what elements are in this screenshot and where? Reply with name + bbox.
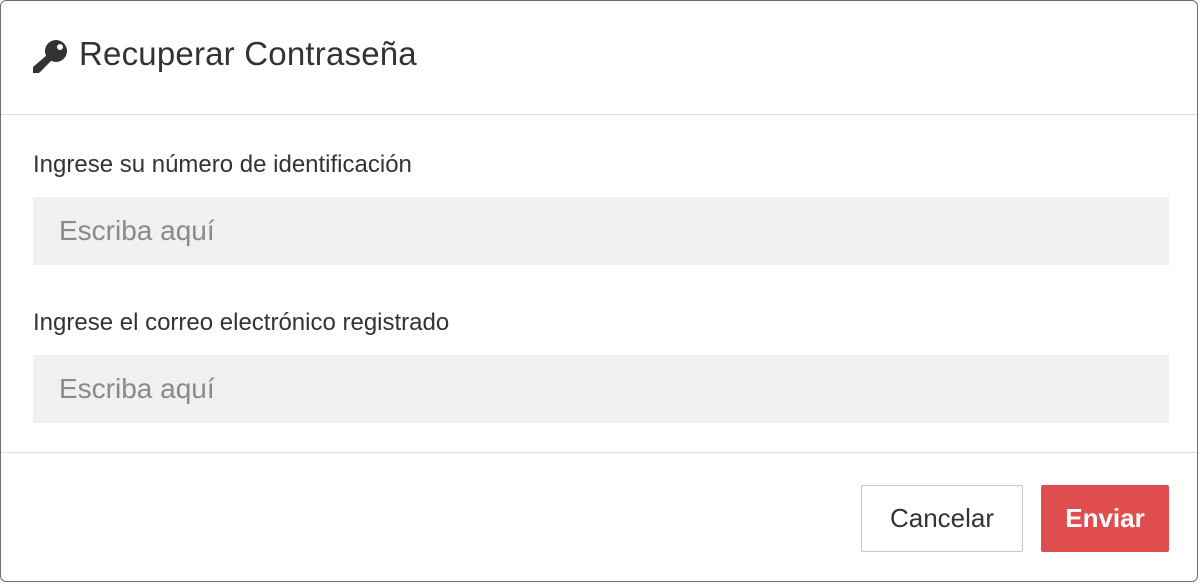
- send-button[interactable]: Enviar: [1041, 485, 1169, 552]
- cancel-button[interactable]: Cancelar: [861, 485, 1023, 552]
- recover-password-dialog: Recuperar Contraseña Ingrese su número d…: [0, 0, 1198, 582]
- dialog-body: Ingrese su número de identificación Ingr…: [1, 115, 1197, 453]
- email-label: Ingrese el correo electrónico registrado: [33, 309, 450, 336]
- id-number-input[interactable]: [33, 197, 1169, 265]
- dialog-header: Recuperar Contraseña: [1, 1, 1197, 115]
- dialog-title: Recuperar Contraseña: [79, 35, 417, 72]
- email-input[interactable]: [33, 355, 1169, 423]
- key-icon: [31, 39, 71, 75]
- id-number-label: Ingrese su número de identificación: [33, 151, 412, 178]
- dialog-footer: Cancelar Enviar: [1, 453, 1197, 581]
